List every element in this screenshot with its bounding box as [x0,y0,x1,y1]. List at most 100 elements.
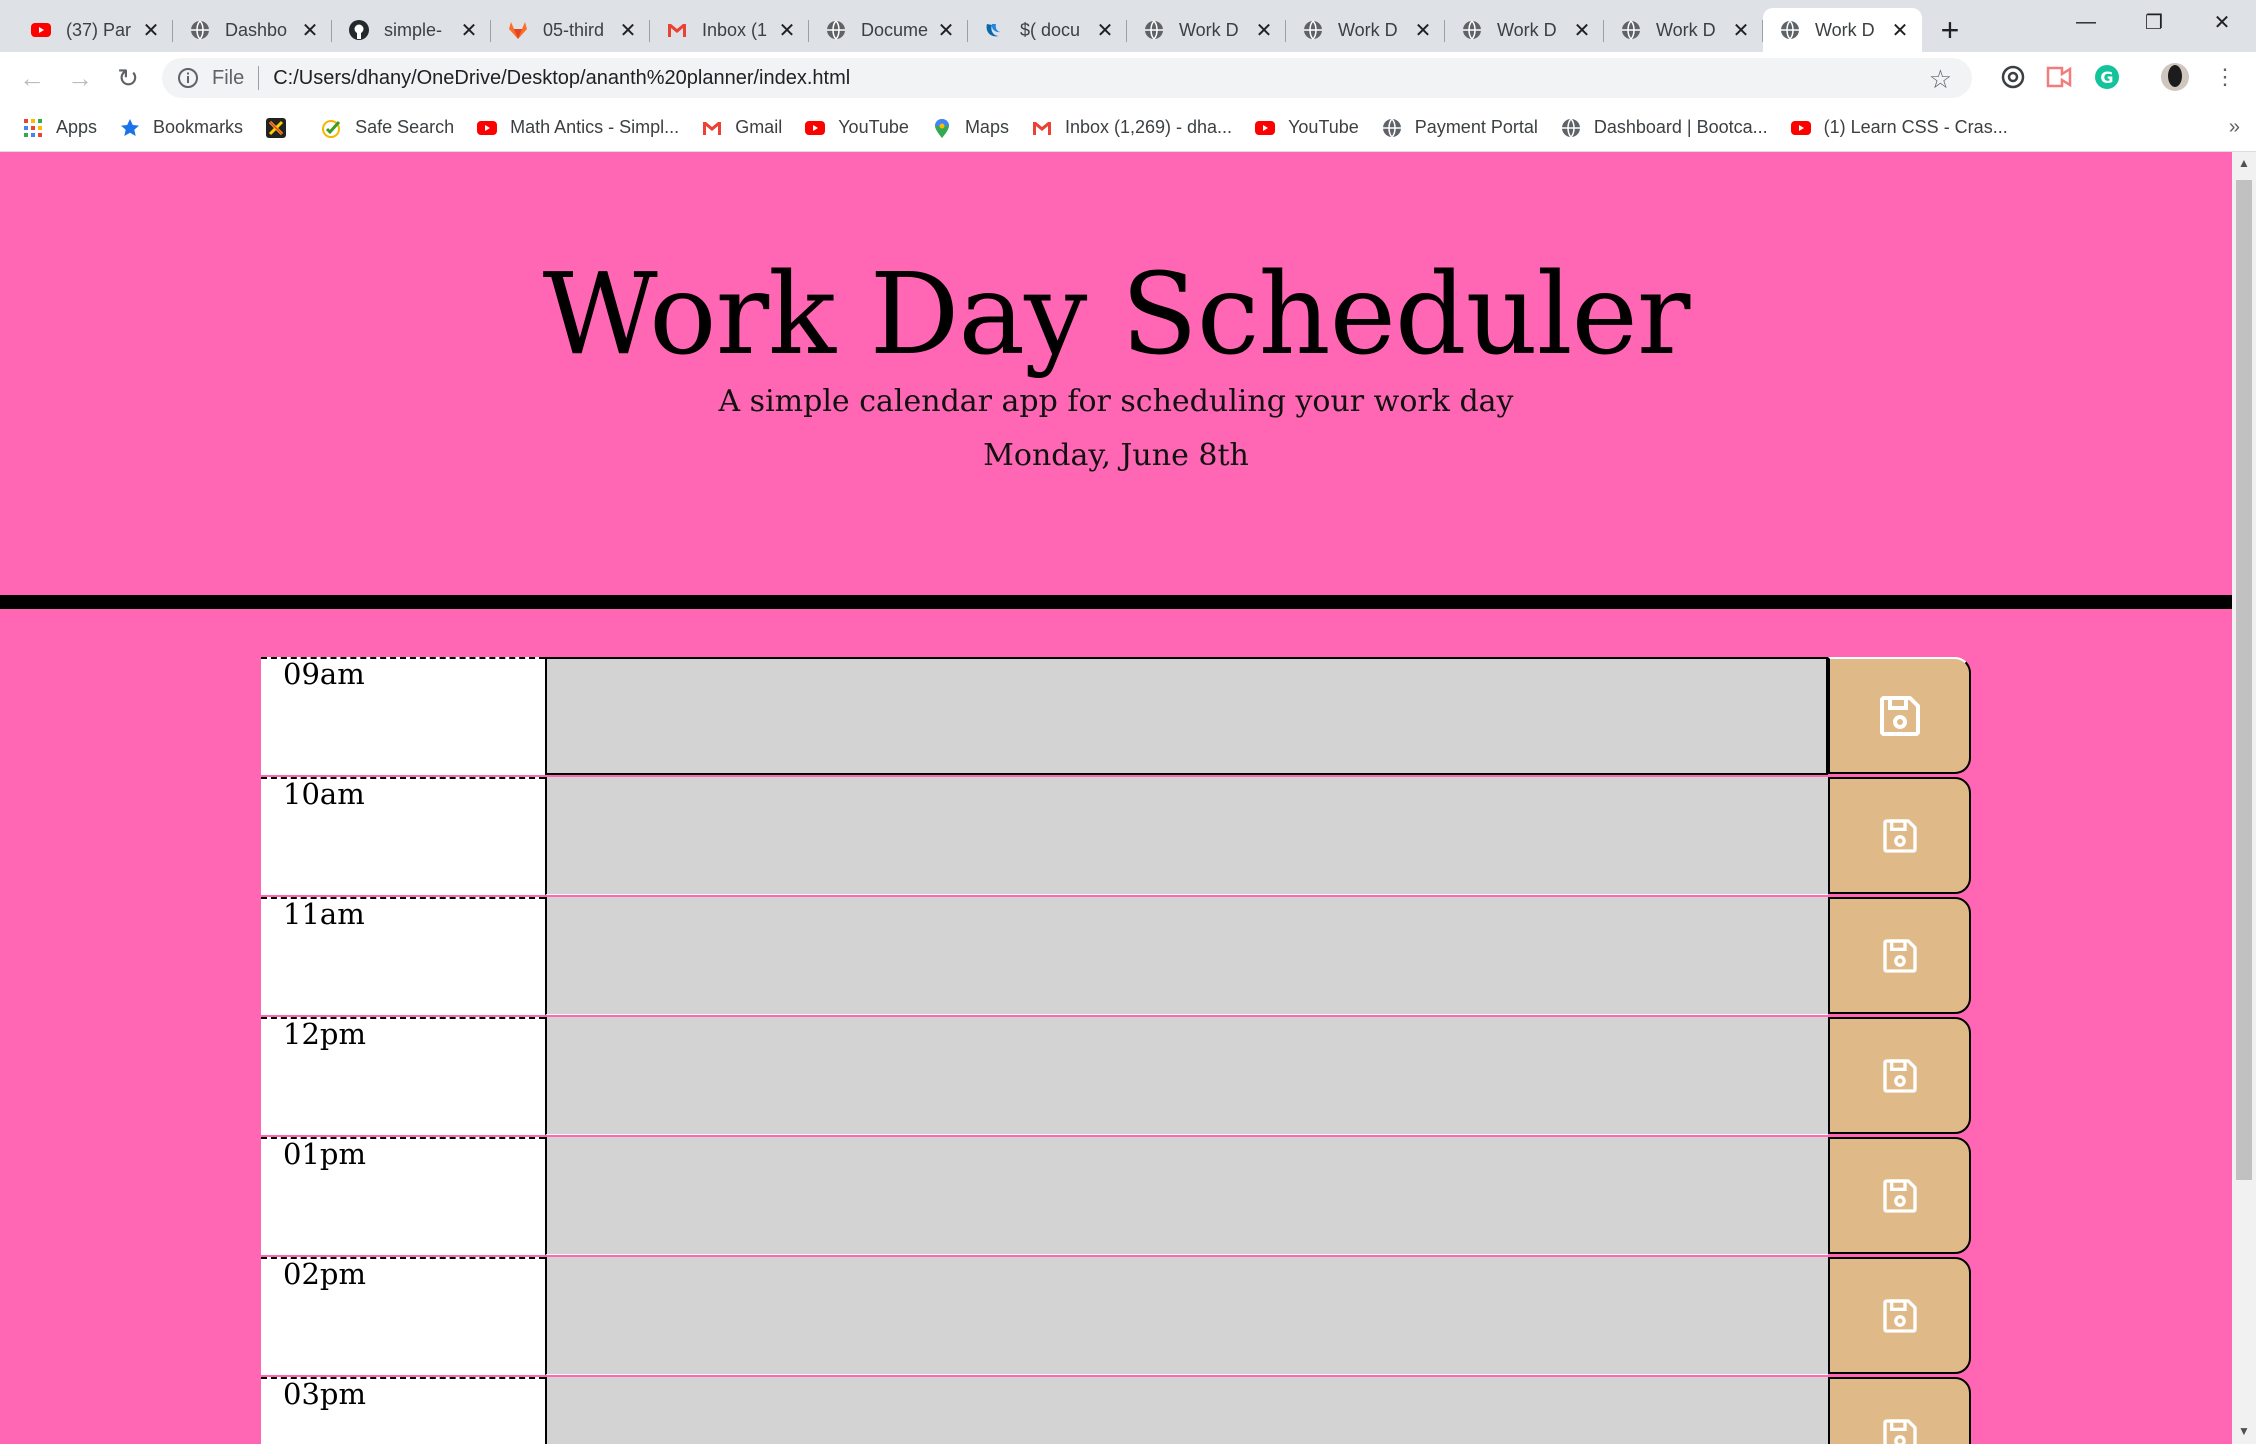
bookmark-label: Dashboard | Bootca... [1593,117,1768,137]
minimize-icon[interactable]: — [2052,0,2120,44]
profile-avatar[interactable] [2160,62,2190,92]
address-bar[interactable]: File C:/Users/dhany/OneDrive/Desktop/ana… [162,58,1972,98]
close-tab-icon[interactable]: ✕ [618,18,638,43]
close-tab-icon[interactable]: ✕ [1413,18,1433,43]
event-textarea[interactable] [545,1017,1828,1135]
bookmark-item[interactable]: Payment Portal [1381,117,1538,139]
info-icon[interactable] [176,66,200,90]
bookmark-item[interactable]: (1) Learn CSS - Cras... [1790,117,2008,139]
close-tab-icon[interactable]: ✕ [936,18,956,43]
bookmark-item[interactable]: Dashboard | Bootca... [1560,117,1768,139]
save-button[interactable] [1828,897,1971,1014]
page-scrollbar[interactable]: ▲ ▼ [2232,152,2256,1444]
bookmark-item[interactable]: Apps [22,117,97,139]
scheme-label: File [212,66,245,89]
close-tab-icon[interactable]: ✕ [459,18,479,43]
close-tab-icon[interactable]: ✕ [1254,18,1274,43]
close-window-icon[interactable]: ✕ [2188,0,2256,44]
hour-label: 03pm [261,1377,545,1444]
hour-label: 02pm [261,1257,545,1375]
save-button[interactable] [1828,777,1971,894]
star-icon [119,117,141,139]
reload-icon[interactable]: ↻ [104,54,152,102]
close-tab-icon[interactable]: ✕ [141,18,161,43]
save-icon [1880,1176,1920,1216]
bookmark-item[interactable]: Gmail [701,117,782,139]
bookmark-label: YouTube [838,117,909,137]
hour-label: 09am [261,657,545,775]
time-block-row: 02pm [261,1257,1971,1377]
save-button[interactable] [1828,1017,1971,1134]
tab[interactable]: Inbox (1 ✕ [650,8,809,52]
header-divider [0,595,2232,609]
svg-text:G: G [2100,68,2113,87]
tab-active[interactable]: Work D ✕ [1763,8,1922,52]
bookmark-label: Math Antics - Simpl... [510,117,680,137]
tab[interactable]: (37) Par ✕ [14,8,173,52]
event-textarea[interactable] [545,777,1828,895]
event-textarea[interactable] [545,1257,1828,1375]
tab[interactable]: Dashbo ✕ [173,8,332,52]
scrollbar-thumb[interactable] [2236,180,2252,1180]
bookmark-list: Apps Bookmarks Safe Search Math Antics - Si… [0,117,2008,139]
bookmark-item[interactable]: YouTube [804,117,909,139]
tab[interactable]: Work D ✕ [1604,8,1763,52]
tab[interactable]: Work D ✕ [1127,8,1286,52]
tab-title: $( docu [1020,19,1081,40]
url-text[interactable]: C:/Users/dhany/OneDrive/Desktop/ananth%2… [273,67,850,90]
bookmark-item[interactable]: YouTube [1254,117,1359,139]
hour-label: 01pm [261,1137,545,1255]
youtube-icon [30,19,52,41]
tab-title: 05-third [543,19,605,40]
event-textarea[interactable] [545,657,1828,775]
close-tab-icon[interactable]: ✕ [777,18,797,43]
close-tab-icon[interactable]: ✕ [1890,18,1910,43]
tab[interactable]: Work D ✕ [1445,8,1604,52]
save-button[interactable] [1828,1377,1971,1444]
back-icon[interactable]: ← [8,54,56,102]
tab[interactable]: simple- ✕ [332,8,491,52]
save-icon [1876,692,1924,740]
tab[interactable]: $( docu ✕ [968,8,1127,52]
save-icon [1880,1056,1920,1096]
event-textarea[interactable] [545,1377,1828,1444]
tab-title: Docume [861,19,929,40]
new-tab-button[interactable]: + [1926,8,1974,52]
more-bookmarks-button[interactable]: » [2229,116,2240,139]
save-button[interactable] [1828,657,1971,774]
bookmark-item[interactable]: Safe Search [321,117,454,139]
save-button[interactable] [1828,1257,1971,1374]
bookmark-star-icon[interactable]: ☆ [1929,64,1952,95]
time-block-row: 03pm [261,1377,1971,1444]
tab[interactable]: 05-third ✕ [491,8,650,52]
youtube-icon [1790,117,1812,139]
tab[interactable]: Work D ✕ [1286,8,1445,52]
close-tab-icon[interactable]: ✕ [300,18,320,43]
screencast-extension-icon[interactable] [2044,62,2074,92]
tab-title: Dashbo [225,19,288,40]
bookmark-item[interactable]: Maps [931,117,1009,139]
page-viewport: Work Day Scheduler A simple calendar app… [0,152,2232,1444]
event-textarea[interactable] [545,897,1828,1015]
scroll-down-icon[interactable]: ▼ [2232,1424,2256,1444]
close-tab-icon[interactable]: ✕ [1731,18,1751,43]
close-tab-icon[interactable]: ✕ [1095,18,1115,43]
bookmark-item[interactable]: Bookmarks [119,117,243,139]
event-textarea[interactable] [545,1137,1828,1255]
grammarly-icon[interactable]: G [2092,62,2122,92]
gitlab-icon [507,19,529,41]
bookmark-item[interactable]: Inbox (1,269) - dha... [1031,117,1232,139]
tab[interactable]: Docume ✕ [809,8,968,52]
close-tab-icon[interactable]: ✕ [1572,18,1592,43]
time-block-row: 12pm [261,1017,1971,1137]
restore-icon[interactable]: ❐ [2120,0,2188,44]
tab-title: Work D [1656,19,1716,40]
extension-icon[interactable] [1998,62,2028,92]
scroll-up-icon[interactable]: ▲ [2232,156,2256,176]
save-button[interactable] [1828,1137,1971,1254]
globe-icon [1302,19,1324,41]
bookmark-item[interactable] [265,117,299,139]
menu-kebab-icon[interactable]: ⋮ [2210,62,2240,92]
forward-icon[interactable]: → [56,54,104,102]
bookmark-item[interactable]: Math Antics - Simpl... [476,117,679,139]
